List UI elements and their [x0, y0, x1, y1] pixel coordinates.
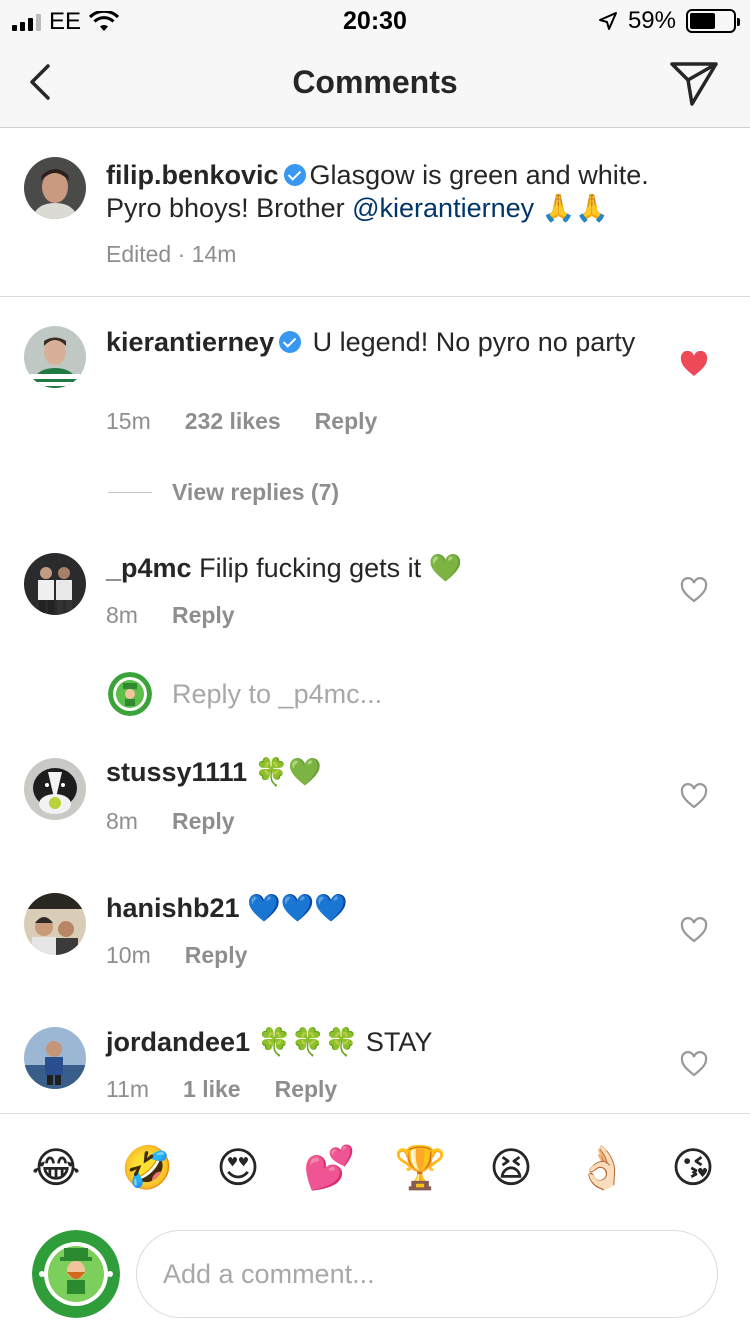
comment-time: 8m: [106, 808, 138, 834]
comment-body: Filip fucking gets it 💚: [199, 553, 463, 583]
avatar[interactable]: [24, 157, 86, 219]
caption-mention[interactable]: @kierantierney: [352, 193, 534, 223]
reply-button[interactable]: Reply: [315, 408, 378, 435]
emoji-heart-eyes[interactable]: 😍: [212, 1142, 264, 1194]
comment-username[interactable]: stussy1111: [106, 757, 247, 787]
battery-percent: 59%: [627, 7, 676, 34]
paper-plane-icon[interactable]: [668, 58, 720, 108]
comment-likes[interactable]: 232 likes: [185, 408, 281, 435]
comment-text: hanishb21 💙💙💙: [106, 892, 706, 925]
reply-button[interactable]: Reply: [185, 942, 248, 969]
comment-body: U legend! No pyro no party: [312, 327, 636, 357]
reply-button[interactable]: Reply: [275, 1076, 338, 1103]
reply-to-field[interactable]: Reply to _p4mc...: [108, 672, 382, 716]
battery-icon: [686, 9, 740, 33]
comment-text: _p4mc Filip fucking gets it 💚: [106, 552, 706, 585]
comment-input[interactable]: [136, 1230, 718, 1318]
view-replies-label: View replies (7): [172, 479, 340, 505]
post-caption: filip.benkovic Glasgow is green and white…: [0, 129, 750, 297]
emoji-ok-hand[interactable]: 👌🏻: [576, 1142, 628, 1194]
emoji-quick-bar: 😂 🤣 😍 💕 🏆 😫 👌🏻 😘: [0, 1113, 750, 1217]
caption-text: filip.benkovic Glasgow is green and white…: [106, 159, 706, 225]
avatar[interactable]: [24, 1027, 86, 1089]
emoji-rolling-laughing[interactable]: 🤣: [121, 1142, 173, 1194]
comment-username[interactable]: jordandee1: [106, 1027, 250, 1057]
emoji-tears-of-joy[interactable]: 😂: [30, 1142, 82, 1194]
battery-level: [690, 13, 715, 29]
comment-body: 💙💙💙: [247, 893, 348, 923]
comment-meta: 8m Reply: [106, 808, 235, 835]
reply-to-label: Reply to _p4mc...: [172, 678, 383, 709]
emoji-trophy[interactable]: 🏆: [394, 1142, 446, 1194]
caption-time: Edited · 14m: [106, 241, 237, 267]
location-arrow-icon: [598, 12, 617, 30]
comment-time: 8m: [106, 602, 138, 628]
comment-text: stussy1111 🍀💚: [106, 756, 706, 789]
avatar[interactable]: [24, 893, 86, 955]
comment-composer: [0, 1218, 750, 1334]
avatar[interactable]: [32, 1230, 120, 1318]
avatar: [108, 672, 152, 716]
comment-meta: 11m 1 like Reply: [106, 1076, 337, 1103]
view-replies-button[interactable]: View replies (7): [108, 479, 339, 506]
heart-filled-icon[interactable]: [680, 351, 708, 377]
verified-badge-icon: [283, 164, 306, 186]
comment-body: 🍀💚: [254, 757, 322, 787]
nav-bar: Comments: [0, 40, 750, 128]
comment-username[interactable]: hanishb21: [106, 893, 240, 923]
emoji-tired-face[interactable]: 😫: [485, 1142, 537, 1194]
comment-time: 11m: [106, 1076, 150, 1102]
caption-meta: Edited · 14m: [106, 241, 236, 268]
page-title: Comments: [292, 64, 458, 100]
comment-meta: 10m Reply: [106, 942, 247, 969]
heart-outline-icon[interactable]: [680, 917, 708, 943]
divider: [108, 492, 152, 493]
emoji-kiss[interactable]: 😘: [667, 1142, 719, 1194]
avatar[interactable]: [24, 326, 86, 388]
reply-button[interactable]: Reply: [172, 808, 235, 835]
emoji-two-hearts[interactable]: 💕: [303, 1142, 355, 1194]
comment-username[interactable]: _p4mc: [106, 553, 192, 583]
verified-badge-icon: [279, 331, 302, 353]
comment-meta: 15m 232 likes Reply: [106, 408, 377, 435]
status-right: 59%: [598, 7, 740, 35]
heart-outline-icon[interactable]: [680, 577, 708, 603]
comment-text: kierantierney U legend! No pyro no party: [106, 326, 666, 359]
comment-time: 10m: [106, 942, 151, 968]
comment-body: 🍀🍀🍀 STAY: [257, 1027, 433, 1057]
heart-outline-icon[interactable]: [680, 1051, 708, 1077]
reply-button[interactable]: Reply: [172, 602, 235, 629]
status-bar: EE 20:30 59%: [0, 0, 750, 40]
avatar[interactable]: [24, 553, 86, 615]
comment-text: jordandee1 🍀🍀🍀 STAY: [106, 1026, 706, 1059]
comment-username[interactable]: kierantierney: [106, 327, 274, 357]
avatar[interactable]: [24, 758, 86, 820]
comment-meta: 8m Reply: [106, 602, 235, 629]
caption-emoji: 🙏🙏: [534, 193, 609, 223]
caption-username[interactable]: filip.benkovic: [106, 160, 279, 190]
heart-outline-icon[interactable]: [680, 783, 708, 809]
comment-time: 15m: [106, 408, 151, 434]
comment-likes[interactable]: 1 like: [183, 1076, 241, 1103]
